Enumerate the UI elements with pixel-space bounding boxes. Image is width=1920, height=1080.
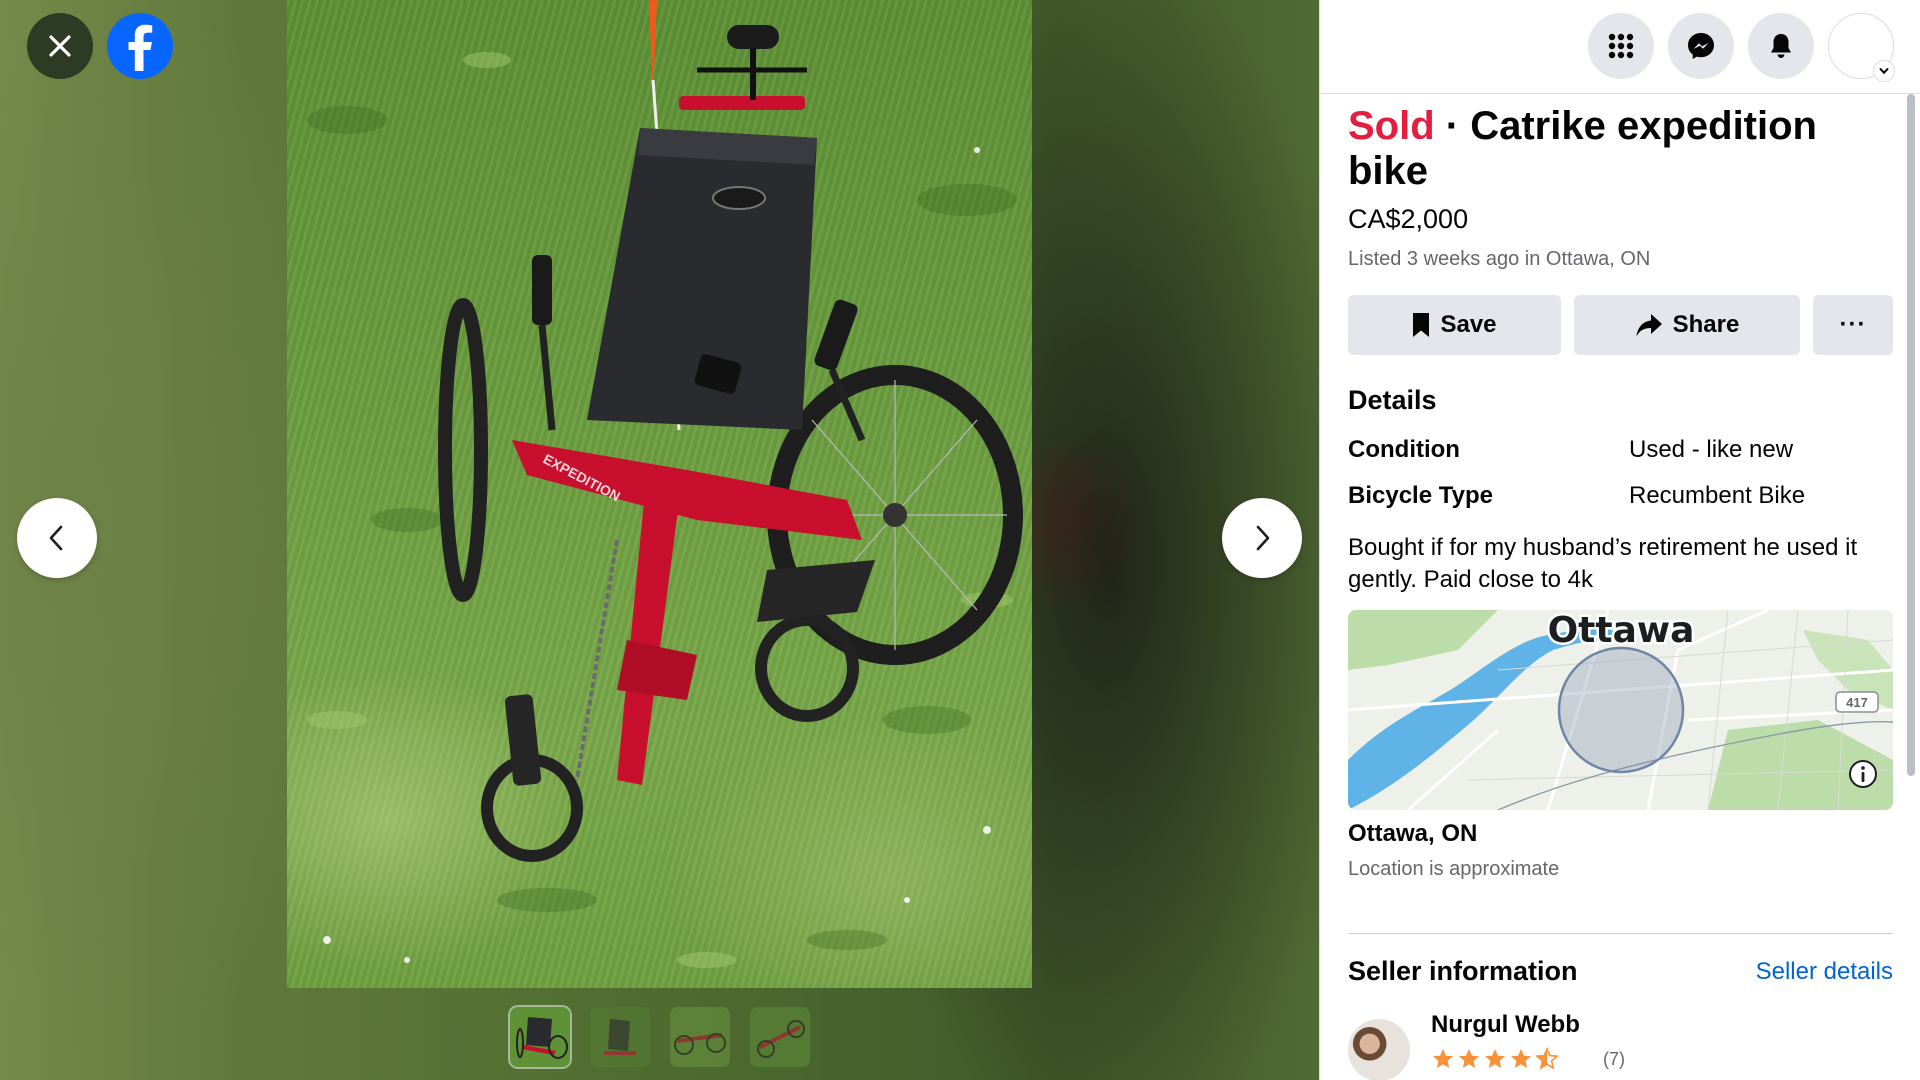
listing-actions: Save Share ··· (1348, 295, 1893, 355)
recumbent-trike-illustration: EXPEDITION (307, 0, 1023, 968)
share-button-label: Share (1672, 311, 1740, 338)
listing-title: Sold · Catrike expedition bike (1348, 104, 1893, 194)
title-separator: · (1434, 104, 1471, 148)
share-button[interactable]: Share (1574, 295, 1800, 355)
info-icon[interactable] (1847, 758, 1879, 790)
thumbnail-1[interactable] (510, 1007, 570, 1067)
messenger-button[interactable] (1668, 13, 1734, 79)
chevron-left-icon (49, 525, 63, 551)
thumbnail-strip (510, 1007, 810, 1067)
menu-button[interactable] (1588, 13, 1654, 79)
listing-description: Bought if for my husband’s retirement he… (1348, 534, 1858, 593)
seller-profile: Nurgul Webb (7) (1348, 1011, 1893, 1080)
sold-status: Sold (1348, 104, 1435, 148)
notifications-bell-icon (1771, 34, 1791, 58)
half-star-icon (1535, 1047, 1559, 1070)
detail-row-condition: Condition Used - like new (1348, 436, 1893, 464)
listing-photo: EXPEDITION (287, 0, 1032, 988)
thumbnail-trike-image (750, 1007, 810, 1067)
photo-viewer: EXPEDITION (0, 0, 1319, 1080)
detail-value: Recumbent Bike (1629, 482, 1806, 509)
menu-grid-icon (1608, 33, 1634, 59)
save-button-label: Save (1440, 311, 1497, 338)
save-button[interactable]: Save (1348, 295, 1561, 355)
chevron-down-icon (1879, 68, 1889, 75)
seller-avatar[interactable] (1348, 1019, 1410, 1080)
listing-date-location: Listed 3 weeks ago in Ottawa, ON (1348, 248, 1651, 270)
close-viewer-button[interactable] (27, 13, 93, 79)
notifications-button[interactable] (1748, 13, 1814, 79)
share-arrow-icon (1636, 314, 1662, 337)
location-map[interactable]: 417 Ottawa (1348, 610, 1893, 810)
seller-details-link[interactable]: Seller details (1756, 958, 1893, 986)
more-options-icon: ··· (1839, 311, 1867, 338)
facebook-logo-icon (128, 24, 153, 71)
thumbnail-2[interactable] (590, 1007, 650, 1067)
detail-value: Used - like new (1629, 436, 1794, 463)
star-icon (1511, 1049, 1531, 1068)
thumbnail-trike-image (670, 1007, 730, 1067)
map-city-label: Ottawa (1548, 610, 1695, 651)
chevron-right-icon (1256, 525, 1270, 551)
next-photo-button[interactable] (1222, 498, 1302, 578)
thumbnail-3[interactable] (670, 1007, 730, 1067)
star-icon (1459, 1049, 1479, 1068)
detail-label: Bicycle Type (1348, 482, 1493, 509)
more-options-button[interactable]: ··· (1813, 295, 1893, 355)
top-navigation-bar (1320, 0, 1920, 94)
location-note: Location is approximate (1348, 858, 1560, 880)
thumbnail-trike-image (510, 1007, 570, 1067)
scrollbar-thumb[interactable] (1907, 94, 1915, 776)
map-illustration: 417 Ottawa (1348, 610, 1893, 810)
listing-panel: Sold · Catrike expedition bike CA$2,000 … (1319, 0, 1920, 1080)
seller-heading: Seller information (1348, 956, 1578, 986)
close-icon (49, 35, 71, 57)
panel-scrollbar[interactable] (1903, 94, 1917, 1080)
location-name: Ottawa, ON (1348, 820, 1478, 847)
listing-content: Sold · Catrike expedition bike CA$2,000 … (1348, 100, 1893, 1080)
bookmark-icon (1413, 313, 1430, 337)
star-icon (1485, 1049, 1505, 1068)
thumbnail-4[interactable] (750, 1007, 810, 1067)
detail-label: Condition (1348, 436, 1460, 463)
messenger-icon (1688, 33, 1714, 59)
seller-rating-count: (7) (1603, 1049, 1625, 1069)
details-heading: Details (1348, 385, 1437, 415)
highway-shield-label: 417 (1846, 695, 1868, 710)
facebook-home-link[interactable] (107, 13, 173, 79)
account-menu-chevron[interactable] (1873, 60, 1895, 82)
star-icon (1433, 1049, 1453, 1068)
thumbnail-trike-image (590, 1007, 650, 1067)
seller-rating-stars (1431, 1047, 1559, 1071)
seller-section-header: Seller information Seller details (1348, 956, 1893, 987)
seller-name[interactable]: Nurgul Webb (1431, 1011, 1580, 1039)
listing-price: CA$2,000 (1348, 204, 1469, 234)
previous-photo-button[interactable] (17, 498, 97, 578)
section-divider (1348, 933, 1893, 934)
detail-row-bicycle-type: Bicycle Type Recumbent Bike (1348, 482, 1893, 510)
